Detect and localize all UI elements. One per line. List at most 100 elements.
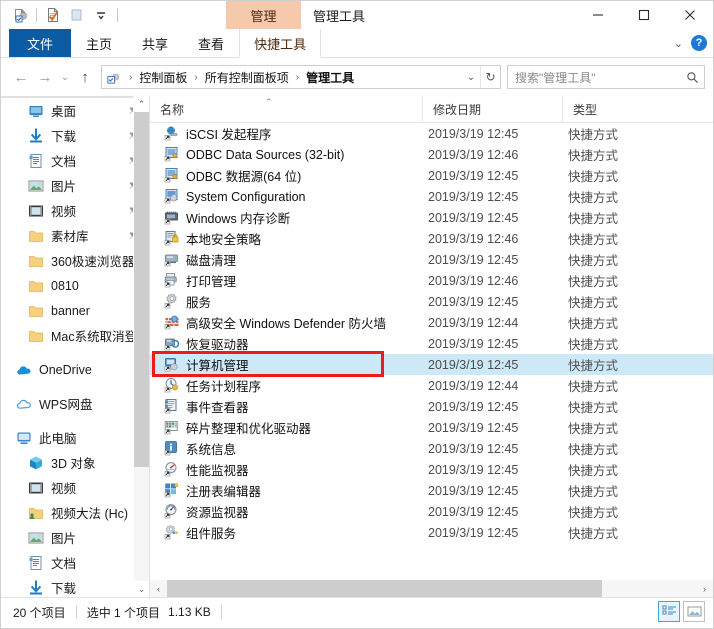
file-type: 快捷方式 [568,233,619,247]
scroll-up-button[interactable]: ⌃ [134,96,149,112]
sidebar-item-0-1[interactable]: 下载 [1,123,149,148]
file-type: 快捷方式 [568,275,619,289]
table-row[interactable]: Windows 内存诊断 2019/3/19 12:45 快捷方式 [150,207,713,228]
customize-dropdown-icon[interactable] [90,4,112,26]
sidebar-item-0-5[interactable]: 素材库 [1,223,149,248]
breadcrumb-admin-tools[interactable]: 管理工具 [304,69,356,86]
back-button[interactable]: ← [9,65,33,89]
table-row[interactable]: 磁盘清理 2019/3/19 12:45 快捷方式 [150,249,713,270]
file-rows: iSCSI 发起程序 2019/3/19 12:45 快捷方式 ODBC Data S… [150,123,713,543]
file-modified-date: 2019/3/19 12:45 [428,399,519,414]
breadcrumb-separator-1[interactable]: › [189,72,202,83]
navigation-pane: 快速访问桌面下载文档图片视频素材库360极速浏览器下0810bannerMac系… [1,96,149,597]
table-row[interactable]: ODBC Data Sources (32-bit) 2019/3/19 12:4… [150,144,713,165]
file-modified-date: 2019/3/19 12:45 [428,525,519,540]
breadcrumb-all-items[interactable]: 所有控制面板项 [203,69,291,86]
file-modified-date: 2019/3/19 12:46 [428,273,519,288]
tab-home[interactable]: 主页 [71,29,127,57]
table-row[interactable]: ODBC 数据源(64 位) 2019/3/19 12:45 快捷方式 [150,165,713,186]
file-name: iSCSI 发起程序 [186,128,272,142]
maximize-button[interactable] [621,1,667,29]
chevron-down-icon[interactable]: ⌄ [674,37,683,50]
tab-view[interactable]: 查看 [183,29,239,57]
close-button[interactable] [667,1,713,29]
table-row[interactable]: 服务 2019/3/19 12:45 快捷方式 [150,291,713,312]
minimize-button[interactable] [575,1,621,29]
sidebar-item-3-5[interactable]: 下载 [1,575,149,597]
breadcrumb-control-panel[interactable]: 控制面板 [137,69,189,86]
customize-icon[interactable] [9,4,31,26]
3d-objects-icon [27,454,45,472]
table-row[interactable]: 本地安全策略 2019/3/19 12:46 快捷方式 [150,228,713,249]
sidebar-item-3-1[interactable]: 视频 [1,475,149,500]
sidebar-item-3-0[interactable]: 3D 对象 [1,450,149,475]
search-icon[interactable] [680,71,704,84]
table-row[interactable]: 打印管理 2019/3/19 12:46 快捷方式 [150,270,713,291]
table-row[interactable]: 资源监视器 2019/3/19 12:45 快捷方式 [150,501,713,522]
sidebar-item-0-3[interactable]: 图片 [1,173,149,198]
search-input[interactable]: 搜索"管理工具" [508,69,680,86]
up-button[interactable]: ↑ [73,65,97,89]
large-icons-view-icon[interactable] [683,601,705,622]
column-header-name[interactable]: 名称 [150,96,422,122]
table-row[interactable]: 性能监视器 2019/3/19 12:45 快捷方式 [150,459,713,480]
sidebar-group-3[interactable]: 此电脑 [1,425,149,450]
table-row[interactable]: 事件查看器 2019/3/19 12:45 快捷方式 [150,396,713,417]
sidebar-item-0-2[interactable]: 文档 [1,148,149,173]
sidebar-item-3-2[interactable]: 视频大法 (Hc) [1,500,149,525]
hscroll-left-button[interactable]: ‹ [150,580,167,597]
sidebar-group-2[interactable]: WPS网盘 [1,391,149,416]
recent-locations-icon[interactable]: ⌄ [57,65,73,89]
title-bar: 管理 管理工具 [1,1,713,29]
hscroll-right-button[interactable]: › [696,580,713,597]
navigation-scrollbar[interactable]: ⌃ ⌄ [133,96,149,597]
forward-button[interactable]: → [33,65,57,89]
sidebar-group-1[interactable]: OneDrive [1,357,149,382]
breadcrumb-separator-2[interactable]: › [291,72,304,83]
table-row[interactable]: 系统信息 2019/3/19 12:45 快捷方式 [150,438,713,459]
breadcrumb-dropdown-icon[interactable]: ⌄ [462,72,480,83]
sidebar-item-3-3[interactable]: 图片 [1,525,149,550]
table-row[interactable]: 组件服务 2019/3/19 12:45 快捷方式 [150,522,713,543]
sidebar-item-3-4[interactable]: 文档 [1,550,149,575]
new-folder-icon[interactable] [66,4,88,26]
sidebar-item-0-0[interactable]: 桌面 [1,98,149,123]
table-row[interactable]: 任务计划程序 2019/3/19 12:44 快捷方式 [150,375,713,396]
odbc-icon [164,167,180,183]
file-name: 碎片整理和优化驱动器 [186,422,312,436]
breadcrumb-separator-0[interactable]: › [124,72,137,83]
tab-file[interactable]: 文件 [9,29,72,57]
scroll-down-button[interactable]: ⌄ [134,581,149,597]
help-icon[interactable]: ? [691,35,707,51]
hscroll-track[interactable] [167,580,696,597]
table-row[interactable]: 注册表编辑器 2019/3/19 12:45 快捷方式 [150,480,713,501]
table-row[interactable]: iSCSI 发起程序 2019/3/19 12:45 快捷方式 [150,123,713,144]
contextual-tab-header[interactable]: 管理 [226,1,301,29]
column-header-date[interactable]: 修改日期 [422,96,562,122]
sidebar-item-0-8[interactable]: banner [1,298,149,323]
tab-share[interactable]: 共享 [127,29,183,57]
nav-scroll-thumb[interactable] [134,112,149,467]
sidebar-item-0-7[interactable]: 0810 [1,273,149,298]
file-list-hscrollbar[interactable]: ‹ › [150,580,713,597]
sidebar-item-0-9[interactable]: Mac系统取消登 [1,323,149,348]
sidebar-item-0-4[interactable]: 视频 [1,198,149,223]
sidebar-group-label: OneDrive [39,362,92,377]
table-row[interactable]: 计算机管理 2019/3/19 12:45 快捷方式 [150,354,713,375]
table-row[interactable]: 碎片整理和优化驱动器 2019/3/19 12:45 快捷方式 [150,417,713,438]
search-box[interactable]: 搜索"管理工具" [507,65,705,89]
table-row[interactable]: System Configuration 2019/3/19 12:45 快捷方式 [150,186,713,207]
column-header-type[interactable]: 类型 [562,96,695,122]
properties-icon[interactable] [42,4,64,26]
sidebar-item-0-6[interactable]: 360极速浏览器下 [1,248,149,273]
table-row[interactable]: 恢复驱动器 2019/3/19 12:45 快捷方式 [150,333,713,354]
hscroll-thumb[interactable] [167,580,602,597]
breadcrumb-bar[interactable]: › 控制面板 › 所有控制面板项 › 管理工具 ⌄ ↻ [101,65,501,89]
details-view-icon[interactable] [658,601,680,622]
file-modified-date: 2019/3/19 12:45 [428,189,519,204]
defrag-icon [164,419,180,435]
table-row[interactable]: 高级安全 Windows Defender 防火墙 2019/3/19 12:44… [150,312,713,333]
nav-scroll-track[interactable] [134,112,149,581]
tab-shortcut-tools[interactable]: 快捷工具 [239,29,322,58]
refresh-icon[interactable]: ↻ [480,66,500,88]
